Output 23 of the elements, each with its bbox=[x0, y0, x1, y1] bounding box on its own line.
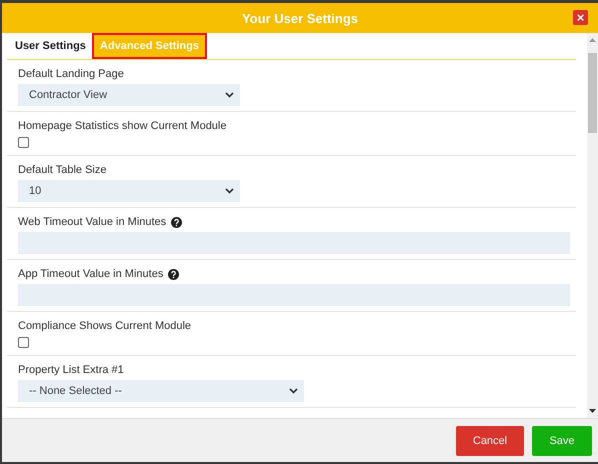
checkbox[interactable] bbox=[18, 337, 29, 348]
tab[interactable]: User Settings bbox=[9, 33, 92, 59]
field-label: Homepage Statistics show Current Module bbox=[18, 120, 226, 132]
field-label: Property List Extra #1 bbox=[18, 364, 124, 376]
help-icon[interactable] bbox=[171, 216, 182, 228]
caret-icon bbox=[289, 388, 298, 394]
caret-icon bbox=[225, 188, 234, 194]
checkbox[interactable] bbox=[18, 137, 29, 148]
field-label: Default Table Size bbox=[18, 164, 106, 176]
dropdown[interactable]: Contractor View bbox=[18, 84, 240, 106]
field-label: Web Timeout Value in Minutes bbox=[18, 216, 166, 228]
dropdown[interactable]: -- None Selected -- bbox=[18, 380, 304, 402]
caret-icon bbox=[225, 92, 234, 98]
field-label: Default Landing Page bbox=[18, 68, 124, 80]
help-icon[interactable] bbox=[168, 268, 180, 280]
window-title: Your User Settings bbox=[242, 10, 358, 26]
field-label: Compliance Shows Current Module bbox=[18, 320, 192, 332]
scrollbar-thumb[interactable] bbox=[588, 53, 597, 133]
cancel-button[interactable]: Cancel bbox=[456, 426, 524, 456]
close-button[interactable]: × bbox=[573, 10, 588, 25]
dropdown[interactable]: 10 bbox=[18, 180, 240, 202]
scroll-down-icon[interactable] bbox=[589, 409, 596, 413]
field-label: App Timeout Value in Minutes bbox=[18, 268, 164, 280]
